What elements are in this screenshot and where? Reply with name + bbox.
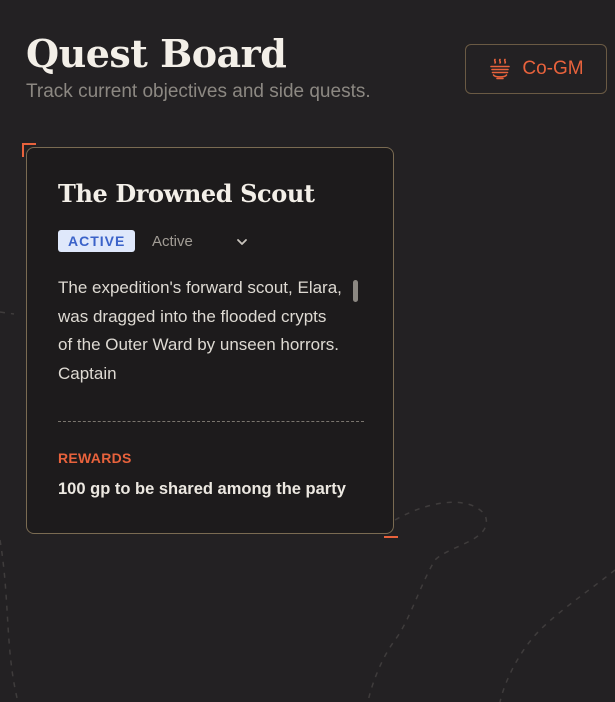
status-select[interactable]: Active: [152, 228, 252, 254]
chevron-down-icon: [235, 234, 249, 248]
bowl-steam-icon: [488, 57, 512, 81]
page-title: Quest Board: [26, 31, 287, 76]
quest-card[interactable]: The Drowned Scout ACTIVE Active The expe…: [26, 147, 394, 534]
status-select-value: Active: [152, 232, 193, 250]
co-gm-button[interactable]: Co-GM: [465, 44, 607, 94]
rewards-value: 100 gp to be shared among the party: [58, 480, 346, 498]
status-badge: ACTIVE: [58, 230, 136, 252]
quest-description: The expedition's forward scout, Elara, w…: [58, 278, 342, 383]
page-subtitle: Track current objectives and side quests…: [26, 81, 371, 102]
description-scrollbar-thumb[interactable]: [353, 280, 358, 302]
quest-description-scroll-area[interactable]: The expedition's forward scout, Elara, w…: [58, 274, 358, 386]
card-divider: [58, 421, 364, 422]
co-gm-button-label: Co-GM: [522, 58, 584, 79]
card-corner-accent-bottom-right: [384, 536, 398, 538]
quest-title: The Drowned Scout: [58, 179, 315, 208]
rewards-label: REWARDS: [58, 450, 132, 466]
